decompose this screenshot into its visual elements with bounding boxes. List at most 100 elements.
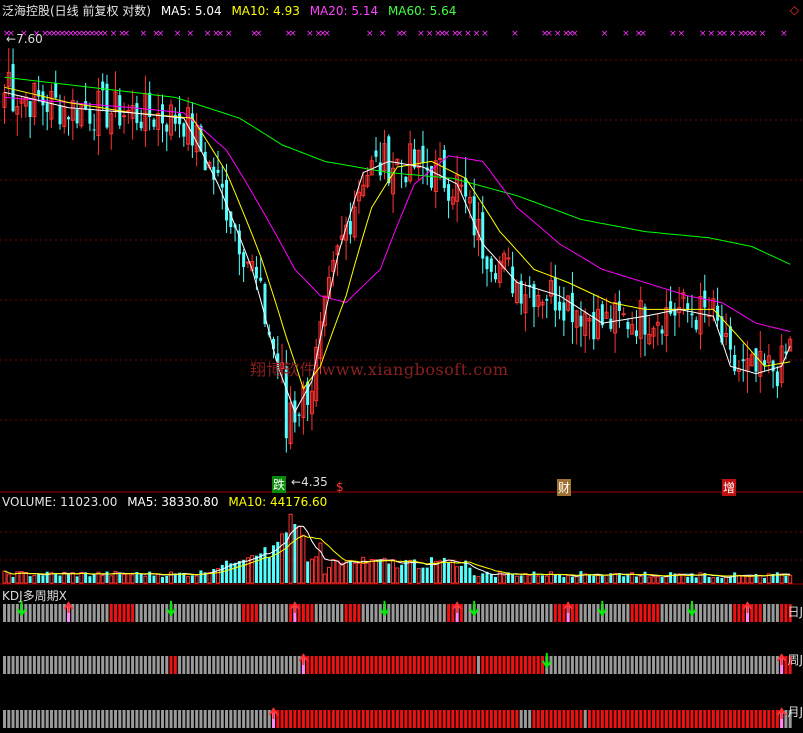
volume-bar-down [199, 570, 203, 583]
candle-body-down [165, 124, 169, 132]
undefined [575, 656, 579, 674]
undefined [62, 710, 66, 728]
undefined [417, 656, 421, 674]
volume-bar-down [660, 576, 664, 583]
undefined [289, 710, 293, 728]
undefined [3, 656, 6, 674]
candle-body-down [259, 277, 263, 281]
volume-bar-up [130, 574, 135, 584]
volume-bar-down [519, 575, 523, 583]
undefined [622, 710, 626, 728]
candle-body-down [579, 315, 583, 327]
undefined [263, 710, 267, 728]
undefined [686, 656, 690, 674]
undefined [511, 710, 515, 728]
x-mark: × [678, 29, 686, 39]
volume-bar-down [775, 572, 779, 583]
undefined [139, 656, 143, 674]
volume-bar-down [763, 577, 767, 583]
undefined [681, 710, 685, 728]
undefined [724, 604, 728, 622]
undefined [233, 656, 237, 674]
volume-bar-down [707, 576, 711, 583]
undefined [481, 710, 485, 728]
undefined [485, 710, 489, 728]
volume-bar-up [186, 576, 191, 584]
undefined [417, 710, 421, 728]
undefined [421, 710, 425, 728]
candle-body-up [438, 157, 443, 160]
undefined [148, 710, 152, 728]
volume-bar-down [387, 563, 391, 583]
candle-body-down [11, 64, 15, 112]
undefined [160, 710, 164, 728]
undefined [519, 710, 523, 728]
undefined [716, 710, 720, 728]
undefined [156, 710, 160, 728]
volume-bar-up [655, 576, 660, 584]
undefined [96, 710, 100, 728]
undefined [156, 656, 160, 674]
volume-bar-down [634, 576, 638, 583]
undefined [758, 656, 762, 674]
volume-bar-down [472, 575, 476, 583]
undefined [720, 710, 724, 728]
volume-bar-up [664, 575, 669, 584]
volume-bar-down [716, 576, 720, 583]
undefined [92, 710, 96, 728]
undefined [105, 710, 109, 728]
undefined [643, 710, 647, 728]
undefined [15, 604, 19, 622]
undefined [485, 604, 489, 622]
x-mark: × [720, 29, 728, 39]
undefined [767, 656, 771, 674]
volume-bar-up [544, 575, 549, 584]
undefined [310, 710, 314, 728]
undefined [318, 710, 322, 728]
x-mark: × [101, 29, 109, 39]
volume-bar-up [169, 571, 174, 584]
volume-bar-down [190, 575, 194, 583]
volume-bar-down [570, 576, 574, 583]
undefined [498, 604, 502, 622]
undefined [412, 604, 416, 622]
candle-body-down [374, 150, 378, 157]
undefined [203, 656, 207, 674]
undefined [357, 710, 361, 728]
undefined [276, 604, 280, 622]
volume-bar-down [259, 553, 263, 583]
undefined [400, 710, 404, 728]
undefined [246, 656, 250, 674]
undefined [135, 710, 139, 728]
volume-bar-up [596, 575, 601, 584]
undefined [669, 604, 673, 622]
undefined [634, 710, 638, 728]
diamond-icon[interactable]: ◇ [790, 3, 799, 17]
undefined [447, 656, 451, 674]
undefined [24, 656, 28, 674]
undefined [596, 604, 600, 622]
undefined [639, 710, 643, 728]
signal-zeng: 增 [722, 479, 737, 496]
undefined [643, 604, 647, 622]
undefined [156, 604, 160, 622]
x-mark: × [140, 29, 148, 39]
undefined [92, 604, 96, 622]
volume-bar-down [45, 571, 49, 583]
undefined [745, 710, 749, 728]
undefined [190, 604, 194, 622]
undefined [647, 656, 651, 674]
undefined [489, 656, 493, 674]
stock-title: 泛海控股(日线 前复权 对数) [2, 4, 151, 18]
undefined [233, 710, 237, 728]
undefined [301, 604, 305, 622]
undefined [455, 710, 459, 728]
undefined [195, 710, 199, 728]
undefined [267, 656, 271, 674]
candle-body-down [139, 121, 143, 129]
undefined [575, 604, 579, 622]
undefined [647, 604, 651, 622]
candle-body-down [634, 330, 638, 337]
undefined [754, 604, 758, 622]
candle-body-down [562, 302, 566, 321]
